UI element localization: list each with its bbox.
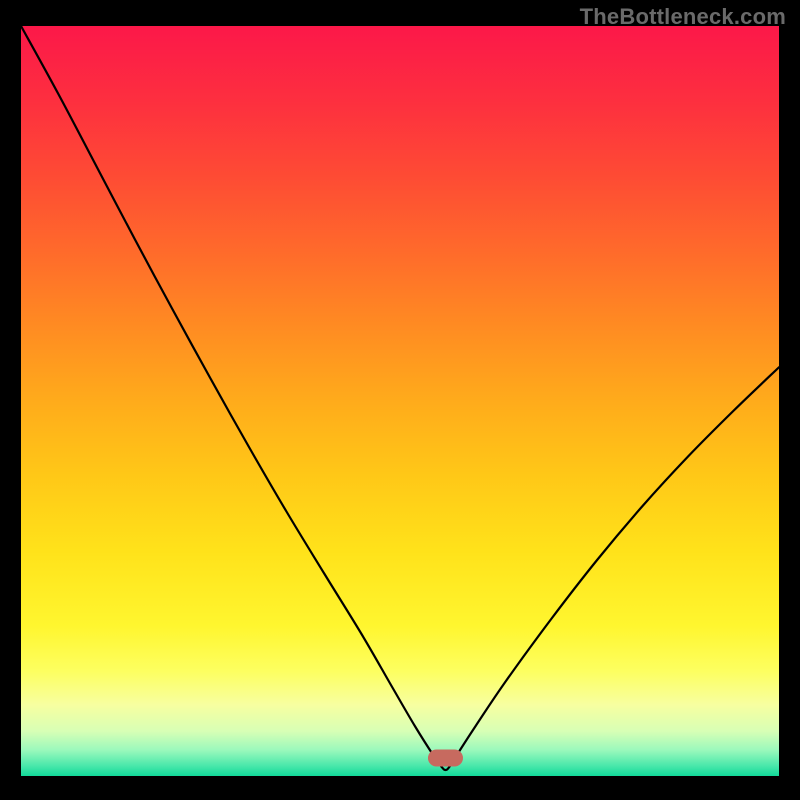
optimum-marker xyxy=(428,750,462,766)
gradient-background xyxy=(21,26,779,776)
chart-frame: TheBottleneck.com xyxy=(0,0,800,800)
watermark-text: TheBottleneck.com xyxy=(580,4,786,30)
bottleneck-chart xyxy=(21,26,779,776)
plot-area xyxy=(21,26,779,776)
